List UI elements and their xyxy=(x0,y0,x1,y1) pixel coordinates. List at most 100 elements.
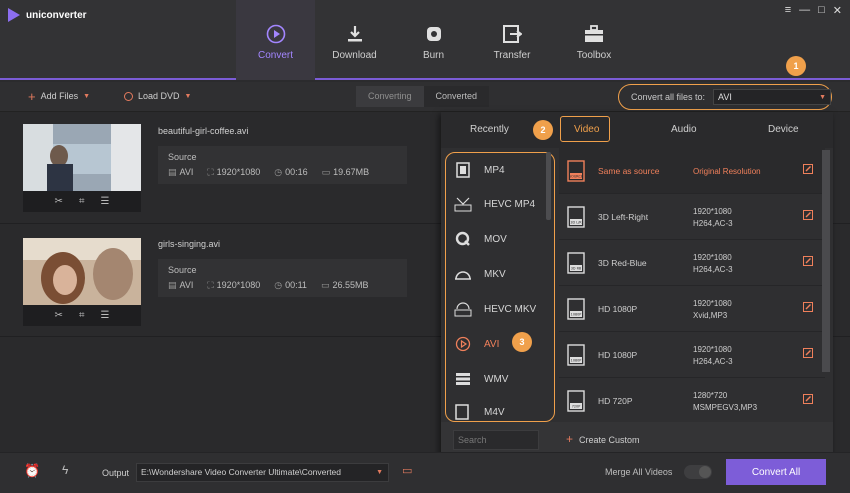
resolution-options: SOURCE Same as source Original Resolutio… xyxy=(559,148,827,418)
create-custom-label: Create Custom xyxy=(579,435,640,445)
clock-icon: ◷ xyxy=(274,167,283,177)
edit-icon[interactable] xyxy=(803,302,813,312)
edit-icon[interactable] xyxy=(803,210,813,220)
edit-icon[interactable] xyxy=(803,256,813,266)
format-category-tabs: Recently Video Audio Device xyxy=(441,112,833,148)
tab-download[interactable]: Download xyxy=(315,0,394,80)
load-dvd-button[interactable]: Load DVD ▼ xyxy=(124,91,191,101)
option-res-line2: Xvid,MP3 xyxy=(693,311,728,320)
hevc-mp4-icon xyxy=(454,196,472,212)
format-item[interactable]: WMV xyxy=(454,362,550,396)
convert-all-files-to: Convert all files to: AVI ▼ xyxy=(618,84,832,110)
maximize-icon[interactable]: □ xyxy=(818,4,825,17)
edit-icon[interactable] xyxy=(803,164,813,174)
crop-icon[interactable]: ⌗ xyxy=(79,196,85,207)
source-resolution: 1920*1080 xyxy=(216,280,261,290)
option-resolution: 1920*1080 H264,AC-3 xyxy=(693,252,733,276)
film-icon: ▤ xyxy=(168,167,177,177)
convert-all-button[interactable]: Convert All xyxy=(726,459,826,485)
add-files-button[interactable]: + Add Files ▼ xyxy=(28,88,90,104)
tab-converting[interactable]: Converting xyxy=(356,86,424,107)
format-item[interactable]: HEVC MKV xyxy=(454,292,550,326)
option-res-line2: H264,AC-3 xyxy=(693,265,733,274)
format-label: WMV xyxy=(484,373,509,385)
chevron-down-icon: ▼ xyxy=(376,469,383,476)
hd-file-icon: 720P xyxy=(567,390,585,412)
merge-toggle[interactable] xyxy=(684,465,712,479)
minimize-icon[interactable]: — xyxy=(799,4,810,17)
source-meta: ▤ AVI ⛶ 1920*1080 ◷ 00:16 ▭ 19.67MB xyxy=(168,167,369,178)
merge-label: Merge All Videos xyxy=(605,467,673,477)
menu-icon[interactable]: ≡ xyxy=(785,4,791,17)
format-label: AVI xyxy=(484,338,500,350)
mp4-icon xyxy=(454,162,472,178)
format-item[interactable]: M4V xyxy=(454,395,550,421)
folder-icon: ▭ xyxy=(320,280,330,290)
video-thumbnail[interactable]: ✂ ⌗ ☰ xyxy=(23,238,141,326)
option-row[interactable]: SOURCE Same as source Original Resolutio… xyxy=(559,148,825,194)
mov-icon xyxy=(454,231,472,247)
format-dropdown-panel: Recently Video Audio Device 2 MP4 HEVC M… xyxy=(441,112,833,459)
tab-transfer-label: Transfer xyxy=(493,50,531,61)
cut-icon[interactable]: ✂ xyxy=(55,196,63,207)
option-resolution: 1920*1080 Xvid,MP3 xyxy=(693,298,732,322)
wmv-icon xyxy=(454,372,472,386)
option-res-line1: 1920*1080 xyxy=(693,299,732,308)
format-item-active[interactable]: AVI xyxy=(454,327,550,361)
folder-icon: ▭ xyxy=(321,167,331,177)
close-icon[interactable]: ✕ xyxy=(833,4,842,17)
format-item[interactable]: MP4 xyxy=(454,153,550,187)
source-duration: 00:11 xyxy=(285,280,307,290)
tab-convert[interactable]: Convert xyxy=(236,0,315,80)
effects-icon[interactable]: ☰ xyxy=(101,310,110,321)
format-item[interactable]: MKV xyxy=(454,257,550,291)
option-row[interactable]: 720P HD 720P 1280*720 MSMPEGV3,MP3 xyxy=(559,378,825,424)
hd-file-icon: 1080P xyxy=(567,298,585,320)
option-row[interactable]: 1080P HD 1080P 1920*1080 H264,AC-3 xyxy=(559,332,825,378)
target-format-select[interactable]: AVI ▼ xyxy=(713,89,831,105)
format-item[interactable]: MOV xyxy=(454,222,550,256)
chevron-down-icon[interactable]: ▼ xyxy=(83,93,90,100)
option-resolution: 1920*1080 H264,AC-3 xyxy=(693,206,733,230)
burn-icon xyxy=(425,24,443,44)
option-row[interactable]: 3D L/R 3D Left-Right 1920*1080 H264,AC-3 xyxy=(559,194,825,240)
tab-converted[interactable]: Converted xyxy=(423,86,490,107)
option-name: HD 720P xyxy=(598,396,633,406)
effects-icon[interactable]: ☰ xyxy=(101,196,110,207)
chevron-down-icon[interactable]: ▼ xyxy=(185,93,192,100)
tab-toolbox[interactable]: Toolbox xyxy=(555,0,633,80)
video-thumbnail[interactable]: ✂ ⌗ ☰ xyxy=(23,124,141,212)
options-scrollbar[interactable] xyxy=(822,150,830,372)
source-meta: ▤ AVI ⛶ 1920*1080 ◷ 00:11 ▭ 26.55MB xyxy=(168,280,368,291)
tab-burn[interactable]: Burn xyxy=(394,0,473,80)
lightning-icon[interactable]: ϟ xyxy=(62,463,68,477)
format-label: MOV xyxy=(484,233,507,245)
step-badge-1: 1 xyxy=(786,56,806,76)
option-row[interactable]: 1080P HD 1080P 1920*1080 Xvid,MP3 xyxy=(559,286,825,332)
tab-audio[interactable]: Audio xyxy=(671,124,697,135)
step-badge-2: 2 xyxy=(533,120,553,140)
tab-toolbox-label: Toolbox xyxy=(576,50,612,61)
mkv-icon xyxy=(454,267,472,281)
tab-transfer[interactable]: Transfer xyxy=(473,0,551,80)
format-list-scrollbar[interactable] xyxy=(546,152,551,220)
tab-device[interactable]: Device xyxy=(768,124,799,135)
alarm-clock-icon[interactable]: ⏰ xyxy=(24,463,40,479)
option-res-line2: H264,AC-3 xyxy=(693,219,733,228)
format-search-input[interactable]: Search xyxy=(453,430,539,450)
edit-icon[interactable] xyxy=(803,348,813,358)
option-name: HD 1080P xyxy=(598,304,638,314)
plus-icon: + xyxy=(28,88,36,104)
create-custom-button[interactable]: + Create Custom xyxy=(566,432,640,446)
option-row[interactable]: 3D RB 3D Red-Blue 1920*1080 H264,AC-3 xyxy=(559,240,825,286)
tab-recently[interactable]: Recently xyxy=(470,124,509,135)
folder-icon[interactable]: ▭ xyxy=(402,464,412,477)
output-path-select[interactable]: E:\Wondershare Video Converter Ultimate\… xyxy=(136,463,389,482)
plus-icon: + xyxy=(566,432,574,446)
cut-icon[interactable]: ✂ xyxy=(55,310,63,321)
edit-icon[interactable] xyxy=(803,394,813,404)
logo-icon xyxy=(8,8,20,22)
format-item[interactable]: HEVC MP4 xyxy=(454,187,550,221)
crop-icon[interactable]: ⌗ xyxy=(79,310,85,321)
tab-convert-label: Convert xyxy=(257,50,293,61)
